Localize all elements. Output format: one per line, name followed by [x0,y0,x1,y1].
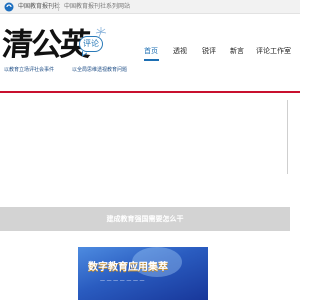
nav-item-new-words[interactable]: 新言 [230,44,244,58]
thumbnail-subtitle: — — — — — — — [100,278,145,284]
main-nav: 首页 透视 锐评 新言 评论工作室 [138,44,298,68]
nav-active-indicator [144,59,159,61]
featured-caption-banner[interactable]: 建成教育强国需要怎么干 [0,207,290,231]
logo-speech-bubble: 评论 [79,36,103,52]
nav-item-sharp-comment[interactable]: 锐评 [202,44,216,58]
thumbnail-title: 数字教育应用集萃 [88,262,168,273]
header-red-rule [0,91,300,93]
slogan-right: 以全局思维透视教育问题 [72,67,128,73]
nav-item-home[interactable]: 首页 [144,44,158,58]
slogan-left: 以教育立场评社会事件 [4,67,55,73]
org-name-link[interactable]: 中国教育报刊社 [18,2,60,12]
nav-item-studio[interactable]: 评论工作室 [256,44,291,58]
dandelion-icon [95,27,107,38]
sidebar-divider [287,100,288,174]
topbar-divider [58,3,59,11]
site-logo-calligraphy[interactable]: 清公英 [1,26,91,64]
featured-caption-text[interactable]: 建成教育强国需要怎么干 [0,207,290,231]
cn-edu-logo-icon[interactable] [4,2,14,12]
top-bar: 中国教育报刊社 中国教育报刊社系列网站 [0,0,300,14]
featured-thumbnail[interactable]: 数字教育应用集萃 — — — — — — — [78,247,208,300]
nav-item-perspective[interactable]: 透视 [173,44,187,58]
site-group-link[interactable]: 中国教育报刊社系列网站 [64,2,130,12]
